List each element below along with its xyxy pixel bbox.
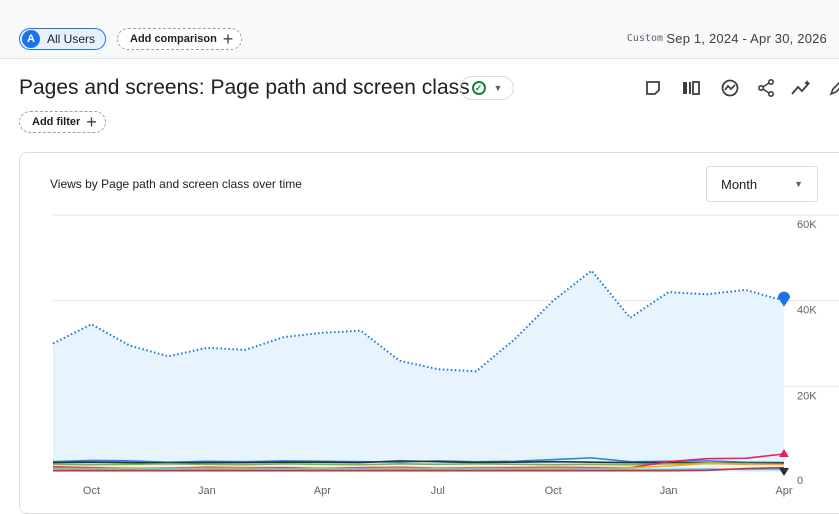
x-tick-label: Apr (775, 485, 792, 497)
series-line-4 (53, 463, 784, 464)
y-tick-label: 40K (797, 305, 817, 317)
x-tick-label: Jan (660, 485, 678, 497)
x-tick-label: Oct (545, 485, 562, 497)
y-tick-label: 0 (797, 475, 803, 487)
y-tick-label: 20K (797, 390, 817, 402)
x-tick-label: Jul (431, 485, 445, 497)
views-line-chart: 0 20K 40K 60K Oct Jan Apr Jul Oct Jan Apr (0, 0, 839, 502)
x-tick-label: Oct (83, 485, 100, 497)
x-tick-label: Jan (198, 485, 216, 497)
y-tick-label: 60K (797, 219, 817, 231)
x-tick-label: Apr (314, 485, 331, 497)
